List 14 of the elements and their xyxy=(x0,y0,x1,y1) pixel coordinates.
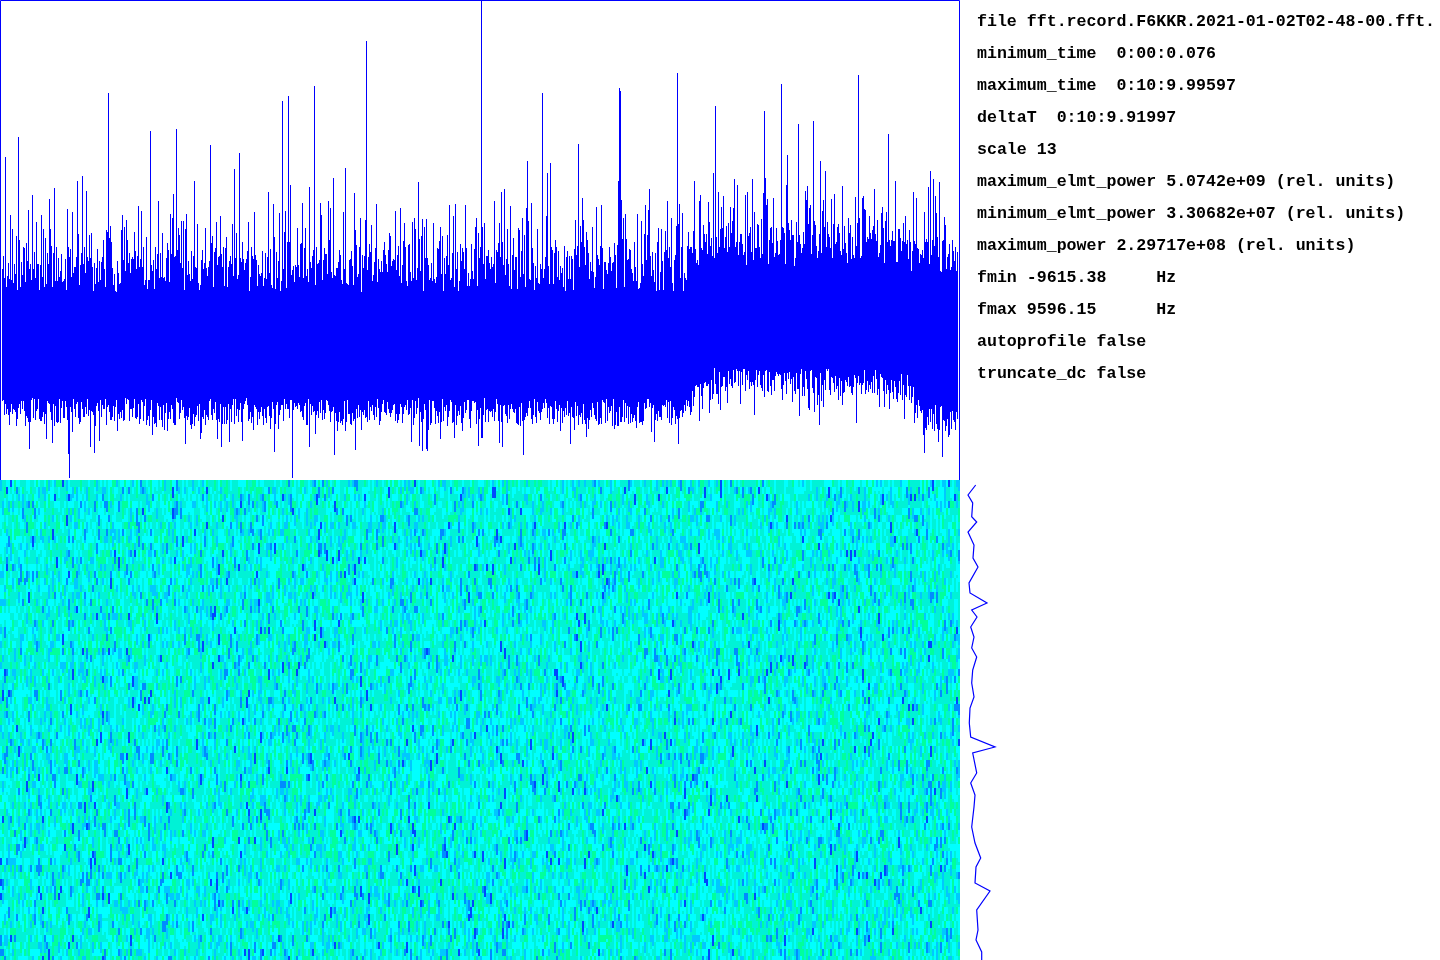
parameter-text: deltaT 0:10:9.91997 xyxy=(977,107,1177,129)
parameter-text: maximum_elmt_power 5.0742e+09 (rel. units) xyxy=(977,171,1396,193)
parameter-text: fmax 9596.15 xyxy=(977,299,1098,321)
unit-label: Hz xyxy=(1156,267,1177,289)
parameter-text: maximum_power 2.29717e+08 (rel. units) xyxy=(977,235,1356,257)
parameter-text: maximum_time 0:10:9.99597 xyxy=(977,75,1236,97)
unit-label: Hz xyxy=(1156,299,1177,321)
parameter-text: minimum_elmt_power 3.30682e+07 (rel. units) xyxy=(977,203,1406,225)
parameter-text: minimum_time 0:00:0.076 xyxy=(977,43,1216,65)
parameter-text: autoprofile false xyxy=(977,331,1147,353)
parameter-text: truncate_dc false xyxy=(977,363,1147,385)
parameter-text: file fft.record.F6KKR.2021-01-02T02-48-00.fft. xyxy=(977,11,1436,33)
parameter-text: scale 13 xyxy=(977,139,1057,161)
parameter-text: fmin -9615.38 xyxy=(977,267,1108,289)
